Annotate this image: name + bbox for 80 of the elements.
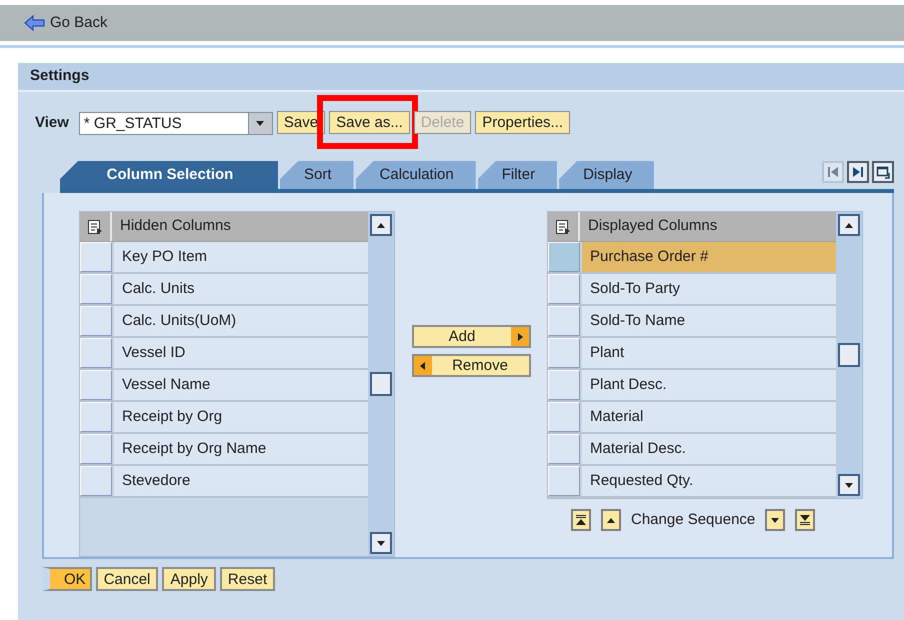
move-to-top-icon [575, 514, 587, 526]
dialog-button[interactable]: Cancel [96, 567, 158, 591]
row-selector[interactable] [80, 402, 112, 432]
list-row[interactable]: Vessel Name [112, 370, 368, 400]
list-row[interactable]: Receipt by Org Name [112, 434, 368, 464]
dropdown-arrow-icon [255, 118, 266, 128]
row-selector[interactable] [80, 338, 112, 368]
scroll-up-button[interactable] [838, 214, 860, 236]
list-row[interactable]: Calc. Units(UoM) [112, 306, 368, 336]
row-selector[interactable] [548, 370, 580, 400]
scrollbar[interactable] [368, 212, 394, 556]
dialog-button[interactable]: OK [42, 567, 92, 591]
row-selector[interactable] [80, 466, 112, 496]
arrow-down-icon [376, 538, 386, 548]
arrow-down-icon [844, 480, 854, 490]
row-selector[interactable] [80, 306, 112, 336]
row-selector[interactable] [548, 466, 580, 496]
toolbar-button[interactable]: Save as... [329, 111, 410, 134]
list-row[interactable]: Receipt by Org [112, 402, 368, 432]
row-selector[interactable] [548, 402, 580, 432]
move-button[interactable]: Add [412, 325, 530, 348]
last-tab-button[interactable] [847, 161, 869, 183]
move-to-top-button[interactable] [571, 509, 591, 532]
row-selector[interactable] [80, 242, 112, 272]
row-selector[interactable] [80, 434, 112, 464]
arrow-down-icon [770, 515, 780, 526]
scroll-down-button[interactable] [838, 474, 860, 496]
arrow-left-icon [418, 360, 428, 370]
move-down-button[interactable] [765, 509, 786, 532]
tab[interactable]: Display [559, 161, 654, 189]
list-header: Hidden Columns [119, 216, 231, 236]
list-row[interactable]: Sold-To Party [580, 274, 836, 304]
row-selector[interactable] [548, 338, 580, 368]
list-row[interactable]: Stevedore [112, 466, 368, 496]
move-to-bottom-button[interactable] [795, 509, 816, 532]
scroll-thumb[interactable] [838, 343, 860, 367]
row-selector[interactable] [548, 306, 580, 336]
list-row[interactable]: Material Desc. [580, 434, 836, 464]
list-row[interactable]: Plant [580, 338, 836, 368]
row-selector[interactable] [80, 274, 112, 304]
dropdown-value: * GR_STATUS [82, 114, 183, 134]
list-header: Displayed Columns [587, 216, 718, 236]
tab[interactable]: Filter [478, 161, 558, 189]
list-row[interactable]: Sold-To Name [580, 306, 836, 336]
scroll-down-button[interactable] [370, 532, 392, 554]
row-selector[interactable] [548, 434, 580, 464]
row-selector[interactable] [548, 274, 580, 304]
row-selector[interactable] [548, 242, 580, 272]
list-row[interactable]: Purchase Order # [580, 242, 836, 272]
tab[interactable]: Sort [280, 161, 354, 189]
column-settings-icon[interactable] [87, 218, 103, 234]
list-row[interactable]: Plant Desc. [580, 370, 836, 400]
dialog-button[interactable]: Apply [162, 567, 216, 591]
go-back-link[interactable]: Go Back [24, 12, 108, 34]
tab-list-button[interactable] [872, 161, 894, 183]
list-row[interactable]: Vessel ID [112, 338, 368, 368]
move-up-button[interactable] [601, 509, 621, 532]
back-arrow-icon [24, 15, 46, 31]
list-row[interactable]: Calc. Units [112, 274, 368, 304]
skip-last-icon [852, 166, 864, 178]
sequence-label: Change Sequence [631, 510, 756, 530]
skip-first-icon [827, 166, 839, 178]
tab[interactable]: Calculation [356, 161, 476, 189]
view-dropdown[interactable]: * GR_STATUS [78, 112, 273, 134]
scroll-thumb[interactable] [370, 372, 392, 396]
list-row[interactable]: Requested Qty. [580, 466, 836, 496]
row-selector[interactable] [80, 370, 112, 400]
panel-title: Settings [30, 66, 90, 86]
scrollbar[interactable] [836, 212, 862, 498]
dialog-button[interactable]: Reset [220, 567, 276, 591]
move-to-bottom-icon [799, 514, 812, 526]
window-list-icon [876, 165, 890, 179]
list-row[interactable]: Material [580, 402, 836, 432]
view-label: View [35, 112, 69, 133]
column-settings-icon[interactable] [555, 218, 571, 234]
move-button[interactable]: Remove [412, 354, 530, 377]
scroll-up-button[interactable] [370, 214, 392, 236]
tab[interactable]: Column Selection [60, 161, 278, 189]
list-row[interactable]: Key PO Item [112, 242, 368, 272]
toolbar-button[interactable]: Properties... [475, 111, 570, 134]
